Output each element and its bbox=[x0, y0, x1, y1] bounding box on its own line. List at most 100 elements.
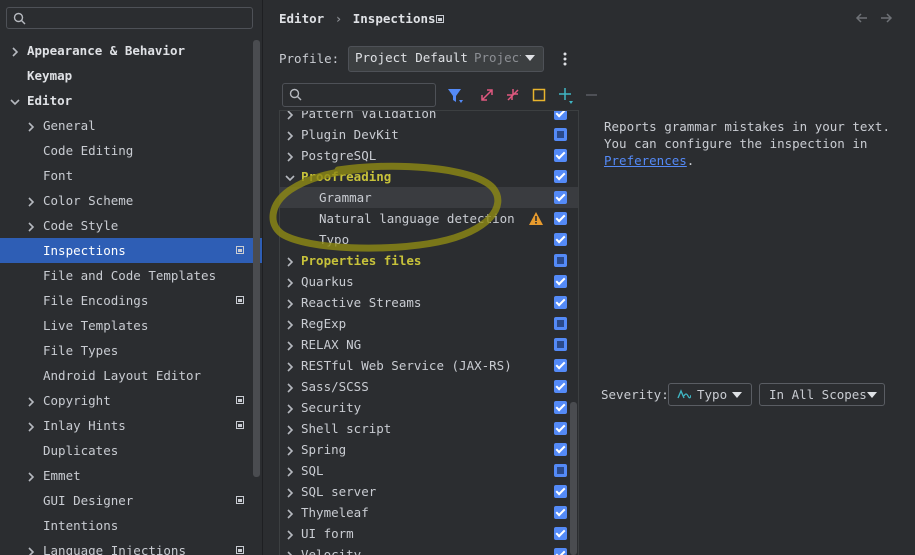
chevron-right-icon[interactable] bbox=[24, 113, 38, 138]
sidebar-item[interactable]: Inspections bbox=[0, 238, 262, 263]
tree-row[interactable]: Reactive Streams bbox=[280, 292, 578, 313]
chevron-right-icon[interactable] bbox=[284, 334, 296, 355]
tree-row[interactable]: Security bbox=[280, 397, 578, 418]
enabled-checkbox[interactable] bbox=[554, 317, 567, 330]
chevron-right-icon[interactable] bbox=[284, 292, 296, 313]
scope-dropdown[interactable]: In All Scopes bbox=[759, 383, 885, 406]
chevron-right-icon[interactable] bbox=[284, 250, 296, 271]
chevron-right-icon[interactable] bbox=[284, 418, 296, 439]
filter-icon[interactable] bbox=[446, 87, 464, 105]
chevron-right-icon[interactable] bbox=[284, 481, 296, 502]
chevron-down-icon[interactable] bbox=[8, 88, 22, 113]
chevron-right-icon[interactable] bbox=[24, 413, 38, 438]
enabled-checkbox[interactable] bbox=[554, 527, 567, 540]
tree-row[interactable]: Typo bbox=[280, 229, 578, 250]
chevron-right-icon[interactable] bbox=[24, 538, 38, 555]
add-icon[interactable] bbox=[558, 87, 574, 105]
panel-divider[interactable] bbox=[262, 0, 263, 555]
sidebar-item[interactable]: Copyright bbox=[0, 388, 262, 413]
chevron-right-icon[interactable] bbox=[284, 544, 296, 555]
tree-row[interactable]: SQL bbox=[280, 460, 578, 481]
chevron-right-icon[interactable] bbox=[24, 188, 38, 213]
sidebar-item[interactable]: General bbox=[0, 113, 262, 138]
tree-row[interactable]: RESTful Web Service (JAX-RS) bbox=[280, 355, 578, 376]
chevron-down-icon[interactable] bbox=[284, 166, 296, 187]
chevron-right-icon[interactable] bbox=[284, 439, 296, 460]
enabled-checkbox[interactable] bbox=[554, 401, 567, 414]
tree-row[interactable]: Sass/SCSS bbox=[280, 376, 578, 397]
enabled-checkbox[interactable] bbox=[554, 548, 567, 555]
chevron-right-icon[interactable] bbox=[284, 502, 296, 523]
tree-row[interactable]: Spring bbox=[280, 439, 578, 460]
chevron-right-icon[interactable] bbox=[284, 376, 296, 397]
inspection-search-input[interactable] bbox=[282, 83, 436, 107]
tree-row[interactable]: Properties files bbox=[280, 250, 578, 271]
enabled-checkbox[interactable] bbox=[554, 485, 567, 498]
enabled-checkbox[interactable] bbox=[554, 359, 567, 372]
sidebar-item[interactable]: GUI Designer bbox=[0, 488, 262, 513]
tree-row[interactable]: Thymeleaf bbox=[280, 502, 578, 523]
sidebar-item[interactable]: Emmet bbox=[0, 463, 262, 488]
enabled-checkbox[interactable] bbox=[554, 212, 567, 225]
chevron-right-icon[interactable] bbox=[284, 313, 296, 334]
tree-row[interactable]: Quarkus bbox=[280, 271, 578, 292]
tree-row[interactable]: Natural language detection bbox=[280, 208, 578, 229]
enabled-checkbox[interactable] bbox=[554, 338, 567, 351]
tree-row[interactable]: RELAX NG bbox=[280, 334, 578, 355]
chevron-right-icon[interactable] bbox=[284, 460, 296, 481]
sidebar-item[interactable]: Color Scheme bbox=[0, 188, 262, 213]
sidebar-item[interactable]: Code Editing bbox=[0, 138, 262, 163]
chevron-right-icon[interactable] bbox=[284, 397, 296, 418]
tree-row[interactable]: Pattern Validation bbox=[280, 111, 578, 124]
back-arrow-icon[interactable] bbox=[855, 11, 869, 25]
sidebar-item[interactable]: File Encodings bbox=[0, 288, 262, 313]
reset-icon[interactable] bbox=[532, 88, 546, 102]
enabled-checkbox[interactable] bbox=[554, 111, 567, 120]
preferences-link[interactable]: Preferences bbox=[604, 153, 687, 168]
enabled-checkbox[interactable] bbox=[554, 380, 567, 393]
sidebar-item[interactable]: File Types bbox=[0, 338, 262, 363]
sidebar-item[interactable]: Language Injections bbox=[0, 538, 262, 555]
tree-row[interactable]: SQL server bbox=[280, 481, 578, 502]
chevron-right-icon[interactable] bbox=[24, 213, 38, 238]
severity-dropdown[interactable]: Typo bbox=[668, 383, 752, 406]
chevron-right-icon[interactable] bbox=[284, 124, 296, 145]
sidebar-item[interactable]: Code Style bbox=[0, 213, 262, 238]
sidebar-item[interactable]: Font bbox=[0, 163, 262, 188]
chevron-right-icon[interactable] bbox=[8, 38, 22, 63]
enabled-checkbox[interactable] bbox=[554, 464, 567, 477]
enabled-checkbox[interactable] bbox=[554, 128, 567, 141]
breadcrumb-editor[interactable]: Editor bbox=[279, 11, 324, 26]
tree-row[interactable]: Grammar bbox=[280, 187, 578, 208]
sidebar-item[interactable]: Live Templates bbox=[0, 313, 262, 338]
tree-row[interactable]: UI form bbox=[280, 523, 578, 544]
enabled-checkbox[interactable] bbox=[554, 275, 567, 288]
chevron-right-icon[interactable] bbox=[24, 388, 38, 413]
sidebar-item[interactable]: Android Layout Editor bbox=[0, 363, 262, 388]
collapse-all-icon[interactable] bbox=[506, 88, 520, 102]
tree-row[interactable]: Plugin DevKit bbox=[280, 124, 578, 145]
forward-arrow-icon[interactable] bbox=[879, 11, 893, 25]
chevron-right-icon[interactable] bbox=[284, 355, 296, 376]
enabled-checkbox[interactable] bbox=[554, 149, 567, 162]
enabled-checkbox[interactable] bbox=[554, 422, 567, 435]
tree-scrollbar[interactable] bbox=[570, 402, 577, 555]
sidebar-item[interactable]: File and Code Templates bbox=[0, 263, 262, 288]
sidebar-item[interactable]: Appearance & Behavior bbox=[0, 38, 262, 63]
sidebar-item[interactable]: Inlay Hints bbox=[0, 413, 262, 438]
settings-search-input[interactable] bbox=[6, 7, 253, 29]
remove-icon[interactable] bbox=[585, 88, 599, 102]
tree-row[interactable]: PostgreSQL bbox=[280, 145, 578, 166]
sidebar-item[interactable]: Duplicates bbox=[0, 438, 262, 463]
enabled-checkbox[interactable] bbox=[554, 170, 567, 183]
tree-row[interactable]: Velocity bbox=[280, 544, 578, 555]
chevron-right-icon[interactable] bbox=[284, 271, 296, 292]
enabled-checkbox[interactable] bbox=[554, 443, 567, 456]
chevron-right-icon[interactable] bbox=[284, 523, 296, 544]
tree-row[interactable]: Proofreading bbox=[280, 166, 578, 187]
enabled-checkbox[interactable] bbox=[554, 296, 567, 309]
sidebar-scrollbar[interactable] bbox=[253, 40, 260, 477]
sidebar-item[interactable]: Keymap bbox=[0, 63, 262, 88]
more-icon[interactable] bbox=[560, 51, 570, 67]
profile-dropdown[interactable]: Project Default Project bbox=[348, 46, 544, 72]
